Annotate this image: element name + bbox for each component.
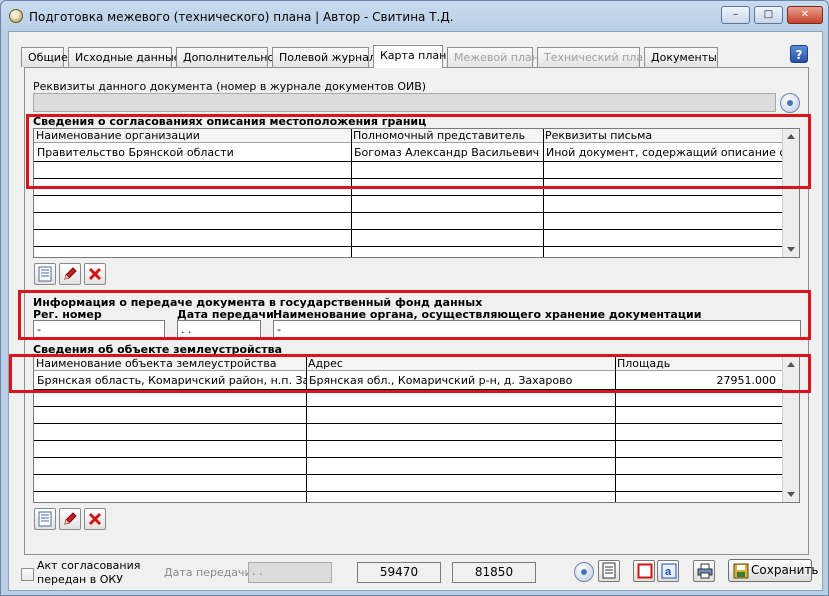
red-frame-icon bbox=[637, 563, 653, 579]
table-row[interactable] bbox=[34, 196, 783, 213]
requisites-label: Реквизиты данного документа (номер в жур… bbox=[33, 80, 427, 93]
maximize-button[interactable]: □ bbox=[754, 6, 783, 24]
app-globe-icon bbox=[9, 9, 23, 23]
scroll-up-arrow-icon[interactable] bbox=[787, 362, 795, 367]
printer-icon bbox=[697, 563, 713, 579]
approvals-view-button[interactable] bbox=[34, 263, 56, 285]
approvals-edit-button[interactable] bbox=[59, 263, 81, 285]
cell-organization: Правительство Брянской области bbox=[37, 146, 234, 159]
reg-number-field[interactable]: - bbox=[33, 320, 165, 339]
document-list-icon bbox=[38, 266, 52, 282]
footer-date-label: Дата передачи bbox=[164, 566, 252, 579]
print-button[interactable] bbox=[693, 560, 715, 582]
table-row[interactable] bbox=[34, 475, 783, 492]
tab-source-data[interactable]: Исходные данные bbox=[68, 47, 180, 67]
document-list-icon bbox=[38, 511, 52, 527]
tab-boundary-plan: Межевой план bbox=[447, 47, 539, 67]
counter-2: 81850 bbox=[452, 562, 536, 583]
text-a-icon: a bbox=[661, 563, 677, 579]
tab-general[interactable]: Общие bbox=[21, 47, 68, 67]
column-divider bbox=[543, 129, 544, 257]
object-scrollbar[interactable] bbox=[782, 357, 799, 502]
svg-text:a: a bbox=[665, 566, 672, 578]
table-row[interactable] bbox=[34, 179, 783, 196]
table-row[interactable] bbox=[34, 213, 783, 230]
table-row[interactable] bbox=[34, 424, 783, 441]
counter-1: 59470 bbox=[357, 562, 441, 583]
tab-additional[interactable]: Дополнительно bbox=[176, 47, 274, 67]
cell-address: Брянская обл., Комаричский р-н, д. Захар… bbox=[309, 374, 573, 387]
map-plan-panel: Реквизиты данного документа (номер в жур… bbox=[24, 67, 809, 555]
table-row[interactable]: Брянская область, Комаричский район, н.п… bbox=[34, 372, 783, 390]
requisites-field[interactable] bbox=[33, 93, 776, 112]
save-disk-icon bbox=[733, 563, 749, 579]
column-divider bbox=[306, 357, 307, 502]
column-divider bbox=[351, 129, 352, 257]
scroll-down-arrow-icon[interactable] bbox=[787, 492, 795, 497]
pencil-icon bbox=[64, 267, 77, 280]
object-view-button[interactable] bbox=[34, 508, 56, 530]
scroll-up-arrow-icon[interactable] bbox=[787, 134, 795, 139]
cell-area: 27951.000 bbox=[716, 374, 777, 387]
minimize-button[interactable]: – bbox=[721, 6, 750, 24]
approvals-scrollbar[interactable] bbox=[782, 129, 799, 257]
table-row[interactable] bbox=[34, 390, 783, 407]
act-transferred-checkbox[interactable] bbox=[21, 568, 34, 581]
table-row[interactable] bbox=[34, 230, 783, 247]
tab-map-plan[interactable]: Карта план bbox=[373, 45, 446, 68]
save-button-label: Сохранить bbox=[751, 563, 819, 577]
column-header-object-name: Наименование объекта землеустройства bbox=[36, 357, 277, 370]
act-label-line2: передан в ОКУ bbox=[37, 573, 123, 586]
report-button[interactable] bbox=[598, 560, 620, 582]
document-icon bbox=[602, 562, 616, 579]
scroll-down-arrow-icon[interactable] bbox=[787, 247, 795, 252]
object-delete-button[interactable] bbox=[84, 508, 106, 530]
tab-field-journal[interactable]: Полевой журнал bbox=[272, 47, 376, 67]
column-header-letter-requisites: Реквизиты письма bbox=[545, 129, 653, 142]
act-label-line1: Акт согласования bbox=[37, 559, 141, 572]
cell-object-name: Брянская область, Комаричский район, н.п… bbox=[37, 374, 306, 387]
save-button[interactable]: Сохранить bbox=[728, 559, 819, 582]
text-tool-button[interactable]: a bbox=[657, 560, 679, 582]
object-table-header: Наименование объекта землеустройства Адр… bbox=[34, 357, 783, 371]
title-bar[interactable]: Подготовка межевого (технического) плана… bbox=[1, 1, 828, 31]
client-area: Общие Исходные данные Дополнительно Поле… bbox=[8, 31, 823, 591]
object-section-title: Сведения об объекте землеустройства bbox=[33, 343, 283, 356]
delete-x-icon bbox=[88, 512, 102, 526]
column-header-area: Площадь bbox=[617, 357, 671, 370]
frame-button[interactable] bbox=[633, 560, 655, 582]
table-row[interactable] bbox=[34, 407, 783, 424]
help-button[interactable]: ? bbox=[790, 45, 808, 63]
object-table[interactable]: Наименование объекта землеустройства Адр… bbox=[33, 356, 800, 503]
pencil-icon bbox=[64, 512, 77, 525]
close-button[interactable]: ✕ bbox=[787, 6, 823, 24]
delete-x-icon bbox=[88, 267, 102, 281]
transfer-date-field[interactable]: . . bbox=[177, 320, 261, 339]
storage-organ-field[interactable]: - bbox=[273, 320, 801, 339]
column-header-representative: Полномочный представитель bbox=[353, 129, 526, 142]
cell-letter-requisites: Иной документ, содержащий описание объек bbox=[546, 146, 783, 159]
window-title: Подготовка межевого (технического) плана… bbox=[29, 10, 454, 24]
application-window: Подготовка межевого (технического) плана… bbox=[0, 0, 829, 596]
footer-select-button[interactable] bbox=[574, 562, 594, 582]
table-row[interactable] bbox=[34, 162, 783, 179]
object-edit-button[interactable] bbox=[59, 508, 81, 530]
column-header-address: Адрес bbox=[308, 357, 343, 370]
approvals-delete-button[interactable] bbox=[84, 263, 106, 285]
tab-technical-plan: Технический план bbox=[537, 47, 650, 67]
table-row[interactable] bbox=[34, 441, 783, 458]
approvals-section-title: Сведения о согласованиях описания местоп… bbox=[33, 115, 427, 128]
cell-representative: Богомаз Александр Васильевич bbox=[354, 146, 540, 159]
requisites-select-button[interactable] bbox=[780, 93, 800, 113]
tab-documents[interactable]: Документы bbox=[644, 47, 718, 67]
approvals-table-header: Наименование организации Полномочный пре… bbox=[34, 129, 783, 143]
column-divider bbox=[615, 357, 616, 502]
column-header-organization: Наименование организации bbox=[36, 129, 200, 142]
table-row[interactable] bbox=[34, 458, 783, 475]
footer-date-field: . . bbox=[248, 562, 332, 583]
table-row[interactable]: Правительство Брянской области Богомаз А… bbox=[34, 144, 783, 162]
approvals-table[interactable]: Наименование организации Полномочный пре… bbox=[33, 128, 800, 258]
